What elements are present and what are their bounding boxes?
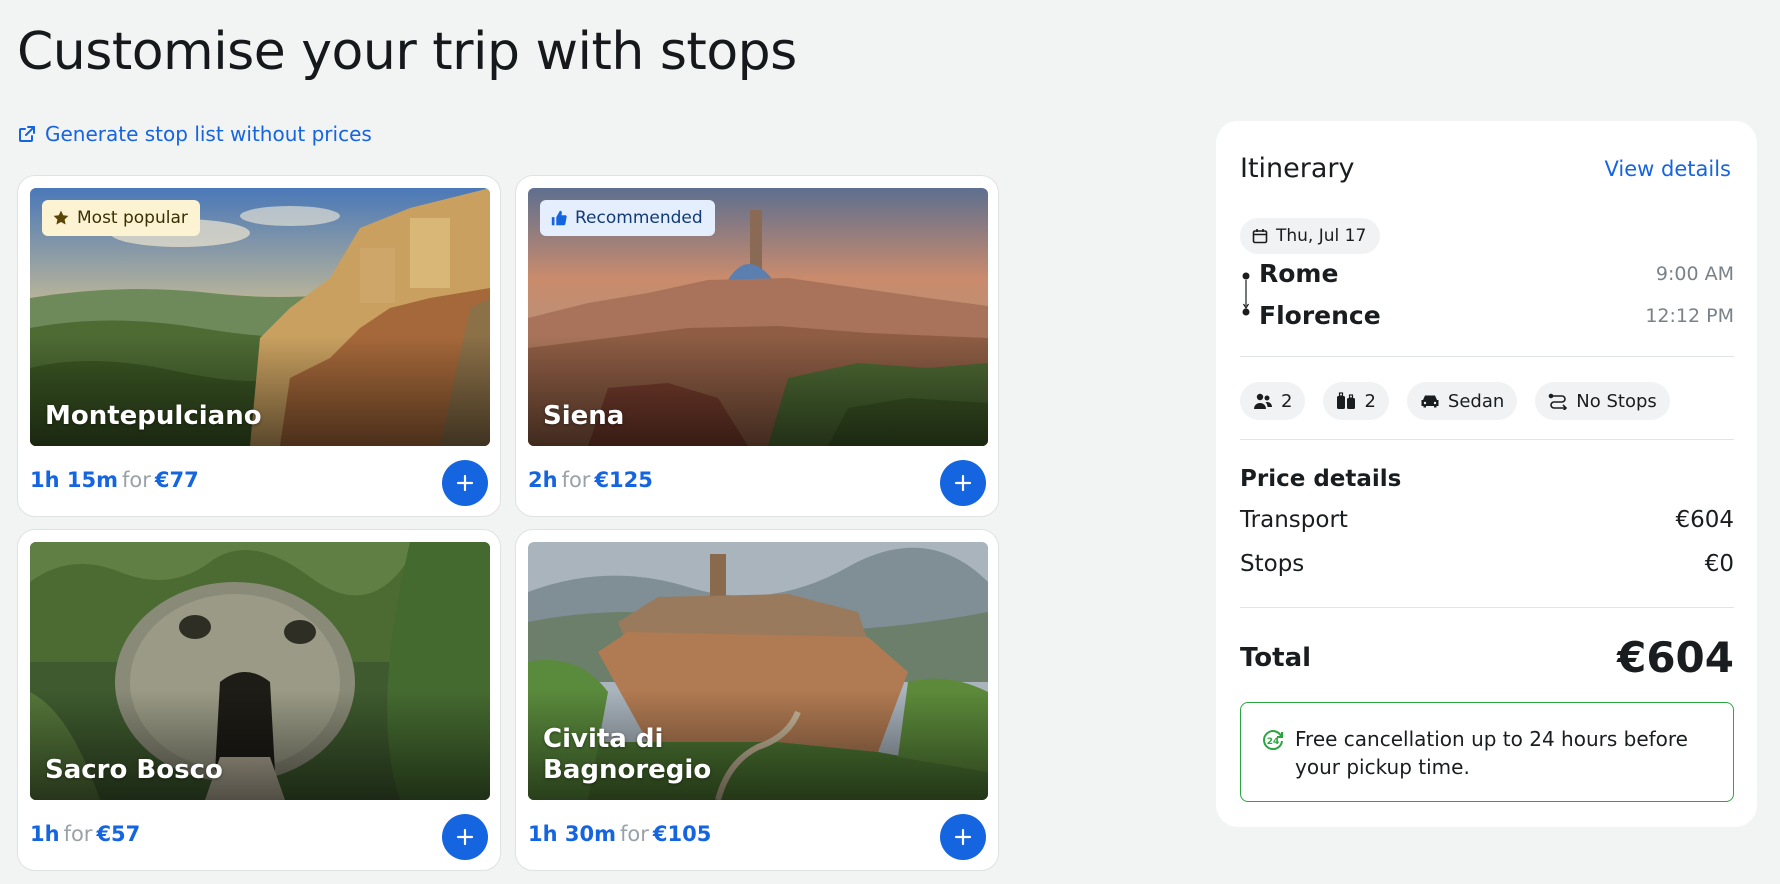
luggage-icon <box>1337 392 1356 409</box>
transport-value: €604 <box>1675 507 1734 533</box>
trip-options: 2 2 Sedan No Stops <box>1240 382 1670 420</box>
badge-label: Recommended <box>575 208 703 228</box>
stop-image: Recommended Siena <box>528 188 988 446</box>
stops-price-value: €0 <box>1704 551 1734 577</box>
luggage-count: 2 <box>1364 390 1376 412</box>
add-stop-button[interactable] <box>442 814 488 860</box>
free-cancellation-notice: 24 Free cancellation up to 24 hours befo… <box>1240 702 1734 802</box>
stop-name: Civita di Bagnoregio <box>543 724 712 785</box>
stop-price: €77 <box>154 468 199 492</box>
svg-text:24: 24 <box>1267 737 1280 747</box>
external-link-icon <box>19 126 35 142</box>
car-icon <box>1421 395 1439 408</box>
for-label: for <box>121 468 151 492</box>
stop-card-sacro-bosco[interactable]: Sacro Bosco 1h for €57 <box>17 529 501 871</box>
destination-row: Florence 12:12 PM <box>1240 301 1734 330</box>
generate-stop-list-label: Generate stop list without prices <box>45 122 372 146</box>
destination-name: Florence <box>1259 301 1381 330</box>
stop-price: €57 <box>96 822 141 846</box>
vehicle-type: Sedan <box>1447 390 1505 412</box>
divider <box>1240 607 1734 608</box>
stops-price-label: Stops <box>1240 551 1305 577</box>
stop-card-siena[interactable]: Recommended Siena 2h for €125 <box>515 175 999 517</box>
cancellation-text: Free cancellation up to 24 hours before … <box>1295 727 1688 779</box>
destination-time: 12:12 PM <box>1645 304 1734 327</box>
total-row: Total €604 <box>1240 633 1734 682</box>
badge-label: Most popular <box>77 208 188 228</box>
itinerary-title: Itinerary <box>1240 153 1355 184</box>
stop-price-line: 1h 15m for €77 <box>30 468 199 492</box>
for-label: for <box>561 468 591 492</box>
total-label: Total <box>1240 642 1312 673</box>
date-chip: Thu, Jul 17 <box>1240 218 1381 254</box>
stop-name: Sacro Bosco <box>45 755 223 785</box>
transport-price-row: Transport €604 <box>1240 507 1734 533</box>
plus-icon <box>954 828 972 846</box>
plus-icon <box>456 474 474 492</box>
stops-count: No Stops <box>1576 390 1657 412</box>
stop-price: €105 <box>652 822 712 846</box>
stop-name: Montepulciano <box>45 401 262 431</box>
stop-duration: 1h 15m <box>30 468 118 492</box>
add-stop-button[interactable] <box>940 814 986 860</box>
plus-icon <box>954 474 972 492</box>
trip-date: Thu, Jul 17 <box>1276 226 1367 246</box>
route-stops-icon <box>1548 393 1568 410</box>
stop-price: €125 <box>594 468 653 492</box>
passengers-icon <box>1254 393 1272 409</box>
generate-stop-list-link[interactable]: Generate stop list without prices <box>17 122 372 146</box>
total-value: €604 <box>1617 633 1734 682</box>
stop-price-line: 1h 30m for €105 <box>528 822 711 846</box>
origin-time: 9:00 AM <box>1655 262 1734 285</box>
stop-card-montepulciano[interactable]: Most popular Montepulciano 1h 15m for €77 <box>17 175 501 517</box>
itinerary-panel: Itinerary View details Thu, Jul 17 Rome … <box>1216 121 1757 827</box>
page-title: Customise your trip with stops <box>17 22 797 82</box>
recommended-badge: Recommended <box>540 200 715 236</box>
vehicle-chip: Sedan <box>1406 382 1518 420</box>
origin-name: Rome <box>1259 259 1339 288</box>
calendar-icon <box>1252 229 1268 244</box>
for-label: for <box>619 822 649 846</box>
stop-price-line: 2h for €125 <box>528 468 653 492</box>
star-icon <box>53 210 69 225</box>
origin-row: Rome 9:00 AM <box>1240 259 1734 288</box>
passengers-chip: 2 <box>1240 382 1306 420</box>
plus-icon <box>456 828 474 846</box>
stops-chip: No Stops <box>1535 382 1670 420</box>
stop-card-civita-di-bagnoregio[interactable]: Civita di Bagnoregio 1h 30m for €105 <box>515 529 999 871</box>
cancellation-24h-icon: 24 <box>1263 730 1283 751</box>
passengers-count: 2 <box>1281 390 1293 412</box>
stop-name: Siena <box>543 401 625 431</box>
price-details-title: Price details <box>1240 466 1402 492</box>
thumbs-up-icon <box>551 210 567 226</box>
transport-label: Transport <box>1240 507 1348 533</box>
stop-price-line: 1h for €57 <box>30 822 140 846</box>
view-details-link[interactable]: View details <box>1605 157 1731 181</box>
stop-duration: 2h <box>528 468 558 492</box>
stop-image: Sacro Bosco <box>30 542 490 800</box>
add-stop-button[interactable] <box>442 460 488 506</box>
luggage-chip: 2 <box>1323 382 1389 420</box>
stop-image: Most popular Montepulciano <box>30 188 490 446</box>
for-label: for <box>63 822 93 846</box>
most-popular-badge: Most popular <box>42 200 200 236</box>
divider <box>1240 356 1734 357</box>
add-stop-button[interactable] <box>940 460 986 506</box>
stop-duration: 1h 30m <box>528 822 616 846</box>
stops-price-row: Stops €0 <box>1240 551 1734 577</box>
stop-duration: 1h <box>30 822 60 846</box>
divider <box>1240 439 1734 440</box>
stop-image: Civita di Bagnoregio <box>528 542 988 800</box>
